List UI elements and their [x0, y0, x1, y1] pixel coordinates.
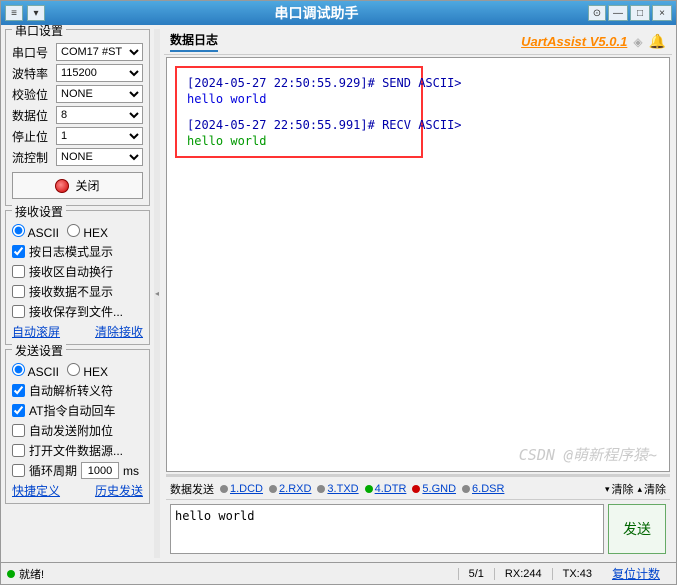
send-ascii-radio-row[interactable]: ASCII — [12, 363, 59, 379]
send-hex-radio[interactable] — [67, 363, 80, 376]
send-panel-title: 发送设置 — [12, 342, 66, 359]
port-select[interactable]: COM17 #ST — [56, 43, 143, 61]
sig-rxd[interactable]: 2.RXD — [269, 483, 311, 495]
send-loop-checkbox[interactable] — [12, 464, 25, 477]
send-panel: 数据发送 1.DCD 2.RXD 3.TXD 4.DTR 5.GND 6.DSR… — [166, 479, 670, 558]
dropdown-icon[interactable]: ▾ — [27, 5, 45, 21]
send-hex-radio-row[interactable]: HEX — [67, 363, 108, 379]
maximize-button[interactable]: □ — [630, 5, 650, 21]
menu-icon[interactable]: ≡ — [5, 5, 23, 21]
send-append-checkbox[interactable] — [12, 424, 25, 437]
send-filesrc-checkbox[interactable] — [12, 444, 25, 457]
log-send-text: hello world — [187, 92, 411, 106]
stopbits-label: 停止位 — [12, 128, 52, 145]
log-recv-text: hello world — [187, 134, 411, 148]
log-timestamp: [2024-05-27 22:50:55.991]# RECV ASCII> — [187, 118, 411, 132]
diamond-icon[interactable]: ◈ — [633, 35, 642, 49]
recv-ascii-radio[interactable] — [12, 224, 25, 237]
log-textarea[interactable]: [2024-05-27 22:50:55.929]# SEND ASCII> h… — [166, 57, 670, 472]
brand-text: UartAssist V5.0.1 — [521, 34, 627, 49]
clear-down-button[interactable]: ▾清除 — [605, 481, 634, 497]
recv-settings-panel: 接收设置 ASCII HEX 按日志模式显示 接收区自动换行 接收数据不显示 接… — [5, 210, 150, 345]
flow-label: 流控制 — [12, 149, 52, 166]
sig-dsr[interactable]: 6.DSR — [462, 483, 504, 495]
databits-select[interactable]: 8 — [56, 106, 143, 124]
send-header-title: 数据发送 — [170, 481, 214, 497]
recv-hide-checkbox[interactable] — [12, 285, 25, 298]
recv-savefile-checkbox[interactable] — [12, 305, 25, 318]
status-ready: 就绪! — [19, 566, 44, 582]
minimize-button[interactable]: — — [608, 5, 628, 21]
send-escape-checkbox[interactable] — [12, 384, 25, 397]
port-label: 串口号 — [12, 44, 52, 61]
send-cb1-label: 自动解析转义符 — [29, 382, 113, 399]
send-ascii-radio[interactable] — [12, 363, 25, 376]
sig-dtr[interactable]: 4.DTR — [365, 483, 407, 495]
status-count: 5/1 — [458, 568, 494, 580]
status-rx: RX:244 — [494, 568, 552, 580]
send-atcr-checkbox[interactable] — [12, 404, 25, 417]
recv-cb4-label: 接收保存到文件... — [29, 303, 123, 320]
flow-select[interactable]: NONE — [56, 148, 143, 166]
reset-count-link[interactable]: 复位计数 — [602, 565, 670, 582]
sig-dcd[interactable]: 1.DCD — [220, 483, 263, 495]
recv-cb2-label: 接收区自动换行 — [29, 263, 113, 280]
log-timestamp: [2024-05-27 22:50:55.929]# SEND ASCII> — [187, 76, 411, 90]
clear-up-button[interactable]: ▴清除 — [637, 481, 666, 497]
statusbar: 就绪! 5/1 RX:244 TX:43 复位计数 — [1, 562, 676, 584]
horizontal-splitter[interactable] — [166, 474, 670, 477]
toggle-port-button[interactable]: 关闭 — [12, 172, 143, 199]
status-tx: TX:43 — [552, 568, 602, 580]
highlight-box: [2024-05-27 22:50:55.929]# SEND ASCII> h… — [175, 66, 423, 158]
send-loop-label: 循环周期 — [29, 462, 77, 479]
send-settings-panel: 发送设置 ASCII HEX 自动解析转义符 AT指令自动回车 自动发送附加位 … — [5, 349, 150, 504]
recv-hex-radio[interactable] — [67, 224, 80, 237]
status-led-icon — [7, 570, 15, 578]
history-link[interactable]: 历史发送 — [95, 482, 143, 499]
titlebar: ≡ ▾ 串口调试助手 ⊙ — □ × — [1, 1, 676, 25]
recv-hex-radio-row[interactable]: HEX — [67, 224, 108, 240]
databits-label: 数据位 — [12, 107, 52, 124]
send-input[interactable] — [170, 504, 604, 554]
baud-label: 波特率 — [12, 65, 52, 82]
clear-recv-link[interactable]: 清除接收 — [95, 323, 143, 340]
send-cb4-label: 打开文件数据源... — [29, 442, 123, 459]
quickdef-link[interactable]: 快捷定义 — [12, 482, 60, 499]
port-panel-title: 串口设置 — [12, 25, 66, 39]
autoscroll-link[interactable]: 自动滚屏 — [12, 323, 60, 340]
recv-autowrap-checkbox[interactable] — [12, 265, 25, 278]
recv-cb1-label: 按日志模式显示 — [29, 243, 113, 260]
recv-logmode-checkbox[interactable] — [12, 245, 25, 258]
loop-unit: ms — [123, 464, 139, 478]
parity-label: 校验位 — [12, 86, 52, 103]
window-title: 串口调试助手 — [45, 3, 588, 23]
sig-txd[interactable]: 3.TXD — [317, 483, 358, 495]
baud-select[interactable]: 115200 — [56, 64, 143, 82]
sig-gnd[interactable]: 5.GND — [412, 483, 456, 495]
port-settings-panel: 串口设置 串口号COM17 #ST 波特率115200 校验位NONE 数据位8… — [5, 29, 150, 206]
close-button[interactable]: × — [652, 5, 672, 21]
stopbits-select[interactable]: 1 — [56, 127, 143, 145]
toggle-port-label: 关闭 — [75, 177, 99, 194]
send-cb3-label: 自动发送附加位 — [29, 422, 113, 439]
loop-period-input[interactable] — [81, 462, 119, 479]
watermark: CSDN @萌新程序猿~ — [519, 444, 657, 465]
port-status-led-icon — [55, 179, 69, 193]
log-title: 数据日志 — [170, 31, 218, 52]
recv-cb3-label: 接收数据不显示 — [29, 283, 113, 300]
send-cb2-label: AT指令自动回车 — [29, 402, 115, 419]
app-window: ≡ ▾ 串口调试助手 ⊙ — □ × 串口设置 串口号COM17 #ST 波特率… — [0, 0, 677, 585]
recv-ascii-radio-row[interactable]: ASCII — [12, 224, 59, 240]
recv-panel-title: 接收设置 — [12, 203, 66, 220]
bell-icon[interactable]: 🔔 — [649, 33, 666, 50]
main-area: 数据日志 UartAssist V5.0.1 ◈ 🔔 [2024-05-27 2… — [164, 29, 672, 558]
send-button[interactable]: 发送 — [608, 504, 666, 554]
sidebar: 串口设置 串口号COM17 #ST 波特率115200 校验位NONE 数据位8… — [5, 29, 150, 558]
pin-icon[interactable]: ⊙ — [588, 5, 606, 21]
parity-select[interactable]: NONE — [56, 85, 143, 103]
vertical-splitter[interactable]: ◂ — [154, 29, 160, 558]
